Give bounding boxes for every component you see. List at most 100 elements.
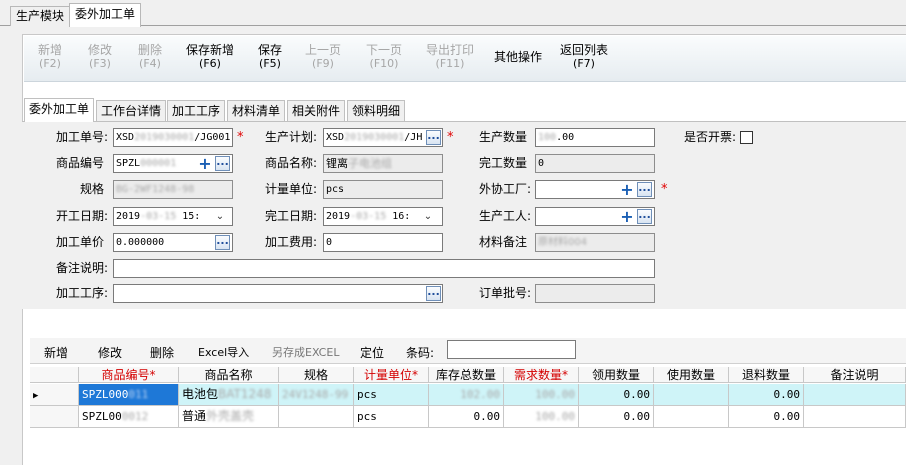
worker-lookup-button[interactable]: ... xyxy=(637,209,652,224)
table-cell-remark[interactable] xyxy=(804,406,906,428)
product-code-label: 商品编号 xyxy=(56,156,105,170)
table-cell-need[interactable]: 100.00 xyxy=(504,384,579,406)
module-tab-production[interactable]: 生产模块 xyxy=(10,6,71,26)
module-tab-outsource-order[interactable]: 委外加工单 xyxy=(69,3,142,27)
unit-price-lookup-button[interactable]: ... xyxy=(215,235,230,250)
column-header[interactable]: 库存总数量 xyxy=(429,367,504,383)
table-cell-returned[interactable]: 0.00 xyxy=(729,406,804,428)
table-cell-spec[interactable] xyxy=(279,406,354,428)
next-page-button[interactable]: 下一页 (F10) xyxy=(364,44,404,71)
edit-button[interactable]: 修改 (F3) xyxy=(86,44,114,71)
barcode-label: 条码: xyxy=(406,346,435,360)
qty-field[interactable]: 100.00 xyxy=(535,128,655,147)
plan-field[interactable]: XSD2019030001/JH xyxy=(323,128,443,147)
row-selector[interactable]: ▶ xyxy=(30,384,79,406)
fee-label: 加工费用: xyxy=(265,235,318,249)
table-cell-unit[interactable]: pcs xyxy=(354,406,429,428)
table-cell-code[interactable]: SPZL000012 xyxy=(79,406,179,428)
tab-material-pick-detail[interactable]: 领料明细 xyxy=(347,100,406,121)
end-date-label: 完工日期: xyxy=(265,209,318,223)
column-header[interactable]: 需求数量* xyxy=(504,367,579,383)
required-marker: * xyxy=(661,182,668,197)
add-product-plus-icon[interactable]: + xyxy=(198,156,212,172)
tab-workbench-detail[interactable]: 工作台详情 xyxy=(96,100,167,121)
invoice-checkbox[interactable] xyxy=(740,131,753,144)
add-factory-plus-icon[interactable]: + xyxy=(620,182,634,198)
table-cell-returned[interactable]: 0.00 xyxy=(729,384,804,406)
excel-import-button[interactable]: Excel导入 xyxy=(198,344,249,360)
required-marker: * xyxy=(447,130,454,145)
required-marker: * xyxy=(237,130,244,145)
factory-lookup-button[interactable]: ... xyxy=(637,182,652,197)
column-header[interactable]: 计量单位* xyxy=(354,367,429,383)
back-to-list-button[interactable]: 返回列表 (F7) xyxy=(558,44,610,71)
table-cell-unit[interactable]: pcs xyxy=(354,384,429,406)
row-selector[interactable] xyxy=(30,406,79,428)
start-date-label: 开工日期: xyxy=(56,209,109,223)
locate-button[interactable]: 定位 xyxy=(360,344,384,361)
order-no-label: 加工单号: xyxy=(56,130,109,144)
invoice-label: 是否开票: xyxy=(684,130,737,144)
table-cell-spec[interactable]: 24V1248-99 xyxy=(279,384,354,406)
table-cell-name[interactable]: 普通外壳盖壳 xyxy=(179,406,279,428)
done-qty-label: 完工数量 xyxy=(479,156,528,170)
process-lookup-button[interactable]: ... xyxy=(426,286,441,301)
save-and-new-button[interactable]: 保存新增 (F6) xyxy=(184,44,236,71)
batch-label: 订单批号: xyxy=(479,286,532,300)
column-header[interactable]: 备注说明 xyxy=(804,367,906,383)
prev-page-button[interactable]: 上一页 (F9) xyxy=(304,44,342,71)
column-header[interactable]: 商品名称 xyxy=(179,367,279,383)
column-header[interactable]: 领用数量 xyxy=(579,367,654,383)
table-cell-stock[interactable]: 0.00 xyxy=(429,406,504,428)
spec-field: BG-2WF1248-98 xyxy=(113,180,233,199)
batch-field xyxy=(535,284,655,303)
barcode-input[interactable] xyxy=(447,340,576,359)
remark-field[interactable] xyxy=(113,259,655,278)
table-cell-used[interactable] xyxy=(654,406,729,428)
grid-delete-button[interactable]: 删除 xyxy=(150,344,174,361)
material-note-field: 原材料004 xyxy=(535,233,655,252)
tab-process[interactable]: 加工工序 xyxy=(167,100,226,121)
add-button[interactable]: 新增 (F2) xyxy=(36,44,64,71)
spec-label: 规格 xyxy=(80,182,105,196)
add-worker-plus-icon[interactable]: + xyxy=(620,209,634,225)
column-header[interactable]: 退料数量 xyxy=(729,367,804,383)
table-cell-name[interactable]: 电池包BAT1248 xyxy=(179,384,279,406)
fee-field[interactable]: 0 xyxy=(323,233,443,252)
product-lookup-button[interactable]: ... xyxy=(215,156,230,171)
tab-outsource-order[interactable]: 委外加工单 xyxy=(24,98,95,122)
plan-label: 生产计划: xyxy=(265,130,318,144)
table-cell-need[interactable]: 100.00 xyxy=(504,406,579,428)
table-cell-code[interactable]: SPZL000011 xyxy=(79,384,179,406)
column-header[interactable]: 规格 xyxy=(279,367,354,383)
column-header[interactable]: 使用数量 xyxy=(654,367,729,383)
table-cell-stock[interactable]: 102.00 xyxy=(429,384,504,406)
material-note-label: 材料备注 xyxy=(479,235,528,249)
product-name-field: 锂离子电池组 xyxy=(323,154,443,173)
worker-label: 生产工人: xyxy=(479,209,532,223)
table-cell-used[interactable] xyxy=(654,384,729,406)
export-print-button[interactable]: 导出打印 (F11) xyxy=(424,44,476,71)
grid-add-button[interactable]: 新增 xyxy=(44,344,68,361)
chevron-down-icon[interactable]: ⌄ xyxy=(214,211,226,223)
process-field[interactable] xyxy=(113,284,443,303)
unit-price-label: 加工单价 xyxy=(56,235,105,249)
save-button[interactable]: 保存 (F5) xyxy=(256,44,284,71)
other-actions-button[interactable]: 其他操作 xyxy=(492,51,544,64)
table-cell-remark[interactable] xyxy=(804,384,906,406)
unit-field: pcs xyxy=(323,180,443,199)
column-header[interactable]: 商品编号* xyxy=(79,367,179,383)
product-name-label: 商品名称: xyxy=(265,156,318,170)
delete-button[interactable]: 删除 (F4) xyxy=(136,44,164,71)
save-as-excel-button[interactable]: 另存成EXCEL xyxy=(272,344,339,360)
table-cell-received[interactable]: 0.00 xyxy=(579,406,654,428)
tab-attachments[interactable]: 相关附件 xyxy=(287,100,346,121)
order-no-field[interactable]: XSD2019030001/JG001 xyxy=(113,128,233,147)
remark-label: 备注说明: xyxy=(56,261,109,275)
grid-edit-button[interactable]: 修改 xyxy=(98,344,122,361)
tab-material-list[interactable]: 材料清单 xyxy=(227,100,286,121)
table-cell-received[interactable]: 0.00 xyxy=(579,384,654,406)
chevron-down-icon[interactable]: ⌄ xyxy=(422,211,434,223)
unit-label: 计量单位: xyxy=(265,182,318,196)
plan-lookup-button[interactable]: ... xyxy=(426,130,441,145)
